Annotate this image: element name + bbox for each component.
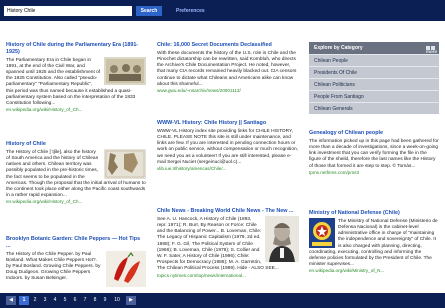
result-url[interactable]: en.wikipedia.org/wiki/Ministry_of_N...: [309, 268, 439, 274]
category-panel-header: Explore by Category more: [309, 42, 439, 54]
search-input[interactable]: [4, 6, 132, 16]
result-title[interactable]: Brooklyn Botanic Garden: Chile Peppers —…: [6, 236, 146, 250]
result-thumbnail[interactable]: [104, 56, 146, 85]
category-item-people-from-santiago[interactable]: People From Santiago: [309, 90, 439, 102]
chevron-left-icon[interactable]: ◀: [6, 296, 16, 305]
result-title[interactable]: WWW-VL History: Chile History || Santiag…: [157, 120, 299, 127]
result-item: Chile News - Breaking World Chile News -…: [157, 208, 299, 290]
result-title[interactable]: History of Chile: [6, 141, 146, 148]
result-item: Chile: 16,000 Secret Documents Declassif…: [157, 42, 299, 94]
result-title[interactable]: Chile: 16,000 Secret Documents Declassif…: [157, 42, 299, 49]
category-item-presidents-of-chile[interactable]: Presidents Of Chile: [309, 66, 439, 78]
result-thumbnail[interactable]: [104, 148, 146, 179]
result-url[interactable]: tpms.netfirms.com/pms3: [309, 170, 439, 176]
result-url[interactable]: www.gwu.edu/~nsarchiv/news/20001113/: [157, 88, 299, 94]
result-url[interactable]: en.wikipedia.org/wiki/History_of_Ch...: [6, 107, 146, 113]
result-title[interactable]: Chile News - Breaking World Chile News -…: [157, 208, 299, 215]
page-8[interactable]: 8: [91, 296, 99, 305]
more-label: more: [426, 45, 437, 54]
page-9[interactable]: 9: [101, 296, 109, 305]
chevron-right-icon[interactable]: ▶: [126, 296, 136, 305]
result-thumbnail[interactable]: [265, 215, 299, 262]
more-button[interactable]: more: [425, 42, 437, 54]
category-item-chilean-politicians[interactable]: Chilean Politicians: [309, 78, 439, 90]
result-title[interactable]: Genealogy of Chilean people: [309, 130, 439, 137]
result-url[interactable]: vlib.iue.it/history/americas/Chile/...: [157, 166, 299, 172]
result-snippet: The information picked up in this page h…: [309, 138, 439, 169]
page-1[interactable]: 1: [19, 296, 29, 305]
result-thumbnail[interactable]: [309, 217, 335, 248]
page-6[interactable]: 6: [71, 296, 79, 305]
pagination-bar: ◀ 1 2 3 4 5 6 7 8 9 10 ▶: [0, 293, 445, 308]
page-7[interactable]: 7: [81, 296, 89, 305]
page-2[interactable]: 2: [31, 296, 39, 305]
result-item: Brooklyn Botanic Garden: Chile Peppers —…: [6, 236, 146, 288]
category-item-chilean-people[interactable]: Chilean People: [309, 54, 439, 66]
result-snippet: With these documents the history of the …: [157, 50, 297, 87]
result-item: History of Chile during the Parliamentar…: [6, 42, 146, 113]
page-10[interactable]: 10: [111, 296, 123, 305]
top-bar: Search Preferences: [0, 0, 445, 21]
category-panel: Explore by Category more Chilean People …: [309, 42, 439, 114]
result-item: WWW-VL History: Chile History || Santiag…: [157, 120, 299, 172]
result-url[interactable]: en.wikipedia.org/wiki/History_of_Ch...: [6, 199, 146, 205]
category-panel-title: Explore by Category: [314, 45, 363, 51]
result-snippet: WWW-VL History index site providing link…: [157, 128, 299, 165]
category-item-chilean-generals[interactable]: Chilean Generals: [309, 102, 439, 114]
result-item: History of Chile The History of Chile [ˈ…: [6, 141, 146, 225]
page-3[interactable]: 3: [41, 296, 49, 305]
preferences-link[interactable]: Preferences: [176, 7, 205, 15]
result-item: Ministry of National Defense (Chile) The…: [309, 210, 439, 290]
page-5[interactable]: 5: [61, 296, 69, 305]
page-4[interactable]: 4: [51, 296, 59, 305]
result-title[interactable]: History of Chile during the Parliamentar…: [6, 42, 146, 56]
search-button[interactable]: Search: [136, 6, 162, 16]
result-item: Genealogy of Chilean people The informat…: [309, 130, 439, 176]
result-title[interactable]: Ministry of National Defense (Chile): [309, 210, 439, 217]
result-thumbnail[interactable]: [106, 250, 146, 287]
more-arrow-icon: [431, 45, 435, 50]
result-url[interactable]: topics.nytimes.com/top/news/internationa…: [157, 273, 299, 279]
